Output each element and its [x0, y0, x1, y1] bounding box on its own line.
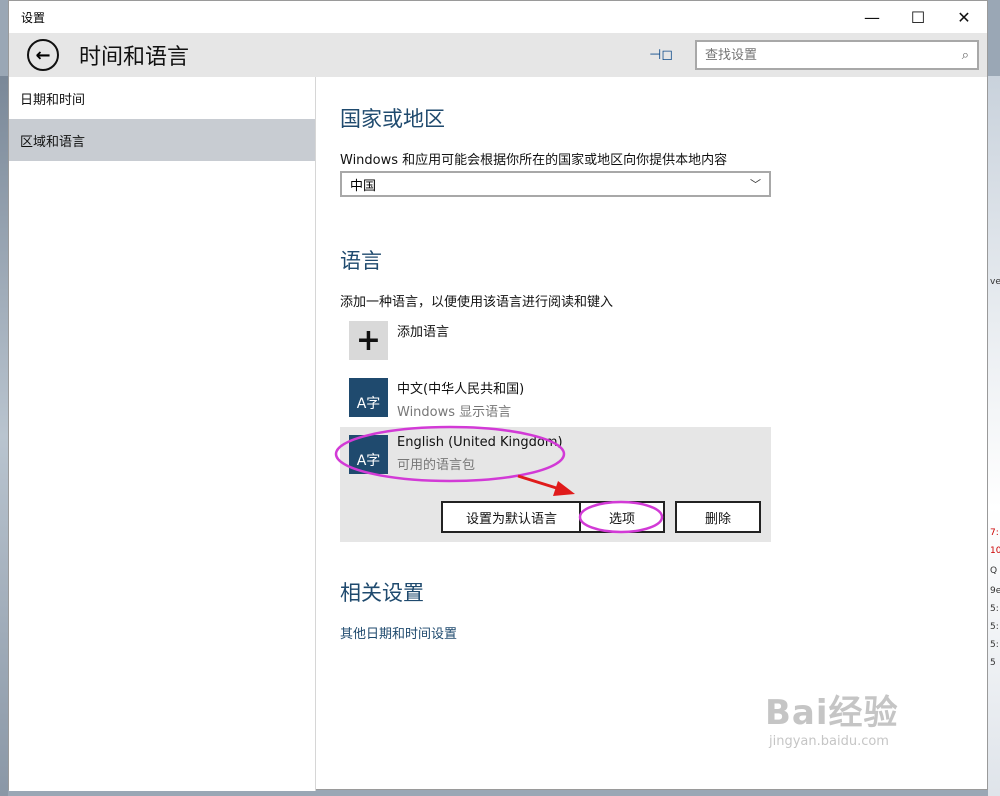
- desktop-fragment: 9e: [990, 586, 1000, 596]
- back-button[interactable]: ←: [27, 39, 59, 71]
- region-description: Windows 和应用可能会根据你所在的国家或地区向你提供本地内容: [340, 153, 728, 168]
- watermark-brand: Bai经验: [765, 693, 899, 733]
- search-icon[interactable]: ⌕: [962, 48, 969, 63]
- minimize-button[interactable]: —: [849, 1, 895, 33]
- language-item-english-uk[interactable]: A字 English (United Kingdom) 可用的语言包: [349, 435, 769, 475]
- maximize-button[interactable]: ☐: [895, 1, 941, 33]
- desktop-fragment: 10: [990, 546, 1000, 556]
- region-section-title: 国家或地区: [340, 107, 445, 131]
- window-controls: — ☐ ✕: [849, 1, 987, 33]
- search-box[interactable]: ⌕: [695, 40, 979, 70]
- sidebar-item-date-time[interactable]: 日期和时间: [9, 77, 315, 119]
- chevron-down-icon: ﹀: [750, 178, 761, 191]
- arrow-left-icon: ←: [35, 44, 51, 66]
- language-item-chinese[interactable]: A字 中文(中华人民共和国) Windows 显示语言: [349, 378, 769, 420]
- desktop-background-left: [0, 76, 8, 796]
- close-button[interactable]: ✕: [941, 1, 987, 33]
- related-settings-title: 相关设置: [340, 581, 424, 605]
- options-button[interactable]: 选项: [579, 501, 665, 533]
- sidebar: 日期和时间 区域和语言: [9, 77, 316, 791]
- language-status: Windows 显示语言: [397, 405, 512, 420]
- desktop-fragment: Q: [990, 566, 998, 576]
- title-bar[interactable]: 设置 — ☐ ✕: [9, 1, 987, 33]
- settings-window: 设置 — ☐ ✕ ← 时间和语言 ⊣◻ ⌕ 日期和时间 区域和语言 国家或地区 …: [8, 0, 988, 791]
- region-select[interactable]: 中国 ﹀: [340, 171, 771, 197]
- desktop-fragment: 7:: [990, 528, 999, 538]
- main-content: 国家或地区 Windows 和应用可能会根据你所在的国家或地区向你提供本地内容 …: [340, 77, 980, 791]
- search-input[interactable]: [705, 47, 962, 63]
- sidebar-item-label: 日期和时间: [20, 92, 86, 108]
- remove-button[interactable]: 删除: [675, 501, 761, 533]
- set-default-language-button[interactable]: 设置为默认语言: [441, 501, 582, 533]
- sidebar-item-region-language[interactable]: 区域和语言: [9, 119, 315, 161]
- desktop-background-right: [988, 76, 1000, 796]
- page-header: ← 时间和语言 ⊣◻ ⌕: [9, 33, 987, 77]
- desktop-fragment: 5:: [990, 604, 999, 614]
- other-date-time-settings-link[interactable]: 其他日期和时间设置: [340, 623, 457, 642]
- desktop-fragment: ve: [990, 277, 1000, 287]
- add-language-label: 添加语言: [397, 325, 450, 340]
- language-status: 可用的语言包: [397, 458, 476, 473]
- language-icon: A字: [349, 378, 388, 417]
- language-section-title: 语言: [340, 249, 382, 273]
- desktop-fragment: 5: [990, 658, 996, 668]
- region-select-value: 中国: [350, 178, 377, 194]
- pin-icon[interactable]: ⊣◻: [649, 47, 673, 63]
- sidebar-item-label: 区域和语言: [20, 134, 86, 150]
- language-name: English (United Kingdom): [397, 435, 563, 450]
- window-title: 设置: [21, 10, 46, 25]
- desktop-fragment: 5:: [990, 640, 999, 650]
- page-title: 时间和语言: [79, 45, 190, 70]
- add-language-button[interactable]: + 添加语言: [349, 321, 769, 361]
- desktop-fragment: 5:: [990, 622, 999, 632]
- language-description: 添加一种语言，以便使用该语言进行阅读和键入: [340, 295, 614, 310]
- plus-icon: +: [349, 321, 388, 360]
- watermark: Bai经验 jingyan.baidu.com: [765, 685, 899, 749]
- watermark-url: jingyan.baidu.com: [769, 734, 889, 749]
- language-icon: A字: [349, 435, 388, 474]
- language-name: 中文(中华人民共和国): [397, 382, 525, 397]
